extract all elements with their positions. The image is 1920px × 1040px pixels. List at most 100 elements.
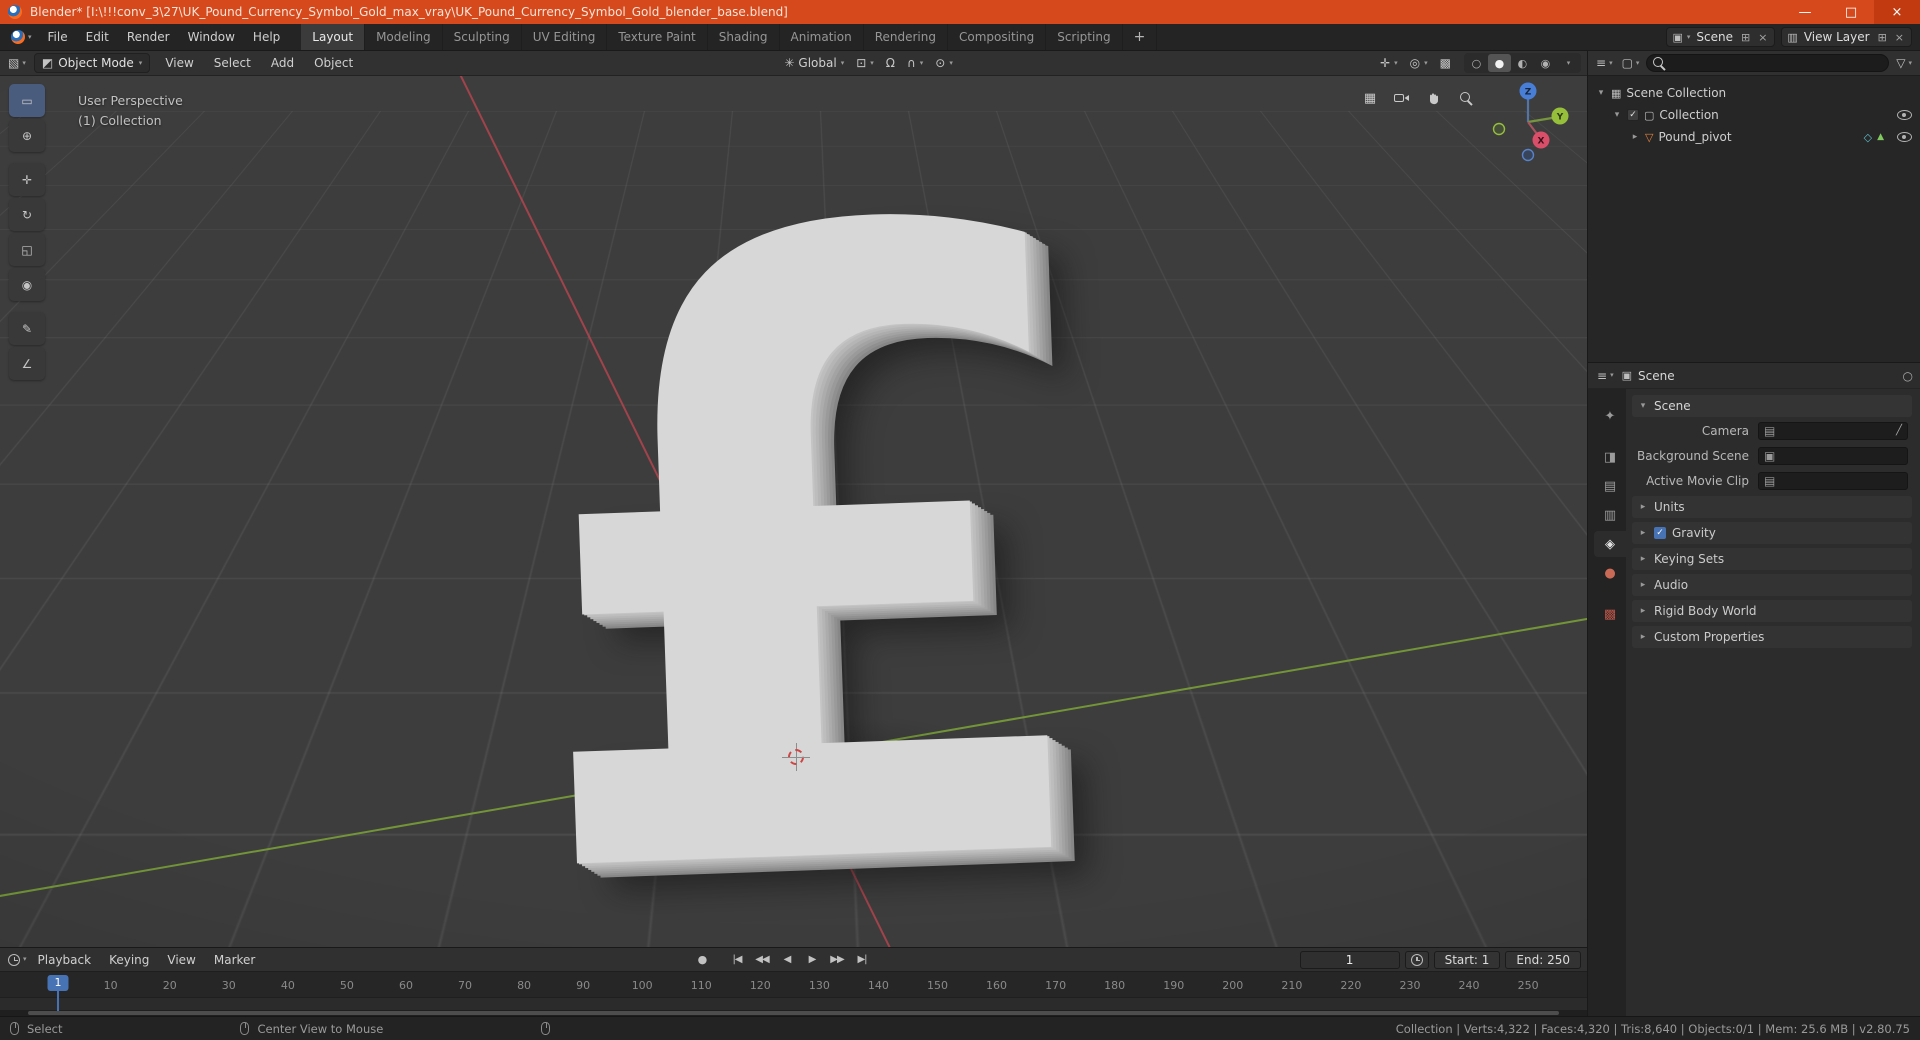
blender-app-menu-button[interactable]: ▾	[4, 24, 39, 50]
outliner-row-scene-collection[interactable]: ▾ ▦ Scene Collection	[1588, 82, 1920, 104]
shading-options-button[interactable]: ▾	[1557, 54, 1580, 72]
workspace-tab-shading[interactable]: Shading	[708, 24, 780, 50]
shading-rendered-button[interactable]: ◉	[1534, 54, 1557, 72]
workspace-tab-uv-editing[interactable]: UV Editing	[522, 24, 608, 50]
menu-object[interactable]: Object	[305, 56, 362, 70]
properties-editor-button[interactable]: ≡ ▾	[1595, 369, 1616, 383]
disclosure-icon[interactable]: ▾	[1596, 88, 1606, 98]
navigation-gizmo[interactable]: Z Y X	[1485, 79, 1571, 165]
scene-selector[interactable]: ▣ ▾ Scene ⊞ ×	[1666, 27, 1776, 47]
playhead-line[interactable]	[57, 991, 59, 1011]
menu-edit[interactable]: Edit	[77, 24, 118, 50]
minimize-button[interactable]: —	[1782, 0, 1828, 24]
outliner-search-input[interactable]	[1646, 54, 1890, 72]
collection-checkbox[interactable]: ✓	[1627, 109, 1639, 121]
select-box-tool[interactable]: ▭	[9, 84, 45, 117]
prev-keyframe-button[interactable]: ◀◀	[751, 951, 773, 969]
xray-toggle-button[interactable]: ▩	[1435, 53, 1456, 73]
menu-view[interactable]: View	[156, 56, 202, 70]
workspace-tab-compositing[interactable]: Compositing	[948, 24, 1047, 50]
display-mode-button[interactable]: ▢ ▾	[1620, 56, 1642, 70]
3d-viewport[interactable]: ▧ ▾ ◩ Object Mode ▾ View Select Add Obje…	[0, 51, 1587, 947]
tab-output-properties[interactable]: ▤	[1594, 473, 1626, 499]
hide-in-viewport-toggle[interactable]	[1897, 110, 1912, 120]
snap-settings-button[interactable]: ∩ ▾	[902, 53, 928, 73]
menu-file[interactable]: File	[39, 24, 77, 50]
mode-selector[interactable]: ◩ Object Mode ▾	[33, 53, 151, 73]
tab-view-layer-properties[interactable]: ▥	[1594, 502, 1626, 528]
grid-toggle-button[interactable]: ▦	[1359, 87, 1381, 109]
workspace-tab-texture-paint[interactable]: Texture Paint	[607, 24, 708, 50]
menu-select[interactable]: Select	[205, 56, 260, 70]
shading-material-button[interactable]: ◐	[1511, 54, 1534, 72]
jump-to-start-button[interactable]: |◀	[726, 951, 748, 969]
camera-field[interactable]: ▤ ╱	[1758, 421, 1908, 440]
timeline-editor-button[interactable]: ▾	[6, 953, 29, 966]
axis-neg-z-dot[interactable]	[1521, 148, 1535, 162]
menu-add[interactable]: Add	[262, 56, 303, 70]
new-scene-button[interactable]: ⊞	[1739, 31, 1752, 44]
show-gizmo-button[interactable]: ✛ ▾	[1375, 53, 1403, 73]
start-frame-field[interactable]: Start: 1	[1433, 950, 1501, 969]
workspace-tab-rendering[interactable]: Rendering	[864, 24, 948, 50]
cursor-tool[interactable]: ⊕	[9, 119, 45, 152]
workspace-tab-animation[interactable]: Animation	[780, 24, 864, 50]
filter-button[interactable]: ▽ ▾	[1894, 56, 1914, 70]
current-frame-field[interactable]: 1	[1299, 950, 1400, 969]
workspace-tab-modeling[interactable]: Modeling	[365, 24, 443, 50]
play-reverse-button[interactable]: ◀	[776, 951, 798, 969]
outliner-editor-button[interactable]: ≡ ▾	[1594, 56, 1615, 70]
auto-keyframe-button[interactable]	[1404, 950, 1429, 969]
section-keying-sets[interactable]: ▸ Keying Sets	[1632, 548, 1912, 570]
scale-tool[interactable]: ◱	[9, 233, 45, 266]
tab-active-tool[interactable]: ✦	[1594, 403, 1626, 429]
next-keyframe-button[interactable]: ▶▶	[826, 951, 848, 969]
tab-world-properties[interactable]: ●	[1594, 560, 1626, 586]
tab-scene-properties[interactable]: ◈	[1594, 531, 1626, 557]
snap-toggle-button[interactable]: Ω	[881, 53, 900, 73]
background-scene-field[interactable]: ▣	[1758, 446, 1908, 465]
maximize-button[interactable]: □	[1828, 0, 1874, 24]
menu-help[interactable]: Help	[244, 24, 289, 50]
transform-tool[interactable]: ◉	[9, 268, 45, 301]
shading-solid-button[interactable]: ●	[1487, 54, 1511, 72]
outliner-row-pound-pivot[interactable]: ▸ ▽ Pound_pivot ◇ ▲	[1588, 126, 1920, 148]
workspace-tab-scripting[interactable]: Scripting	[1046, 24, 1123, 50]
move-tool[interactable]: ✛	[9, 163, 45, 196]
show-overlays-button[interactable]: ◎ ▾	[1405, 53, 1433, 73]
pound-symbol-object[interactable]: £	[497, 51, 1130, 947]
measure-tool[interactable]: ∠	[9, 347, 45, 380]
auto-keying-record-button[interactable]: ●	[691, 951, 713, 969]
tab-render-properties[interactable]: ◨	[1594, 444, 1626, 470]
eyedropper-icon[interactable]: ╱	[1896, 425, 1902, 436]
transform-orientation-selector[interactable]: ✳ Global ▾	[779, 53, 849, 73]
pin-icon[interactable]: ○	[1903, 369, 1913, 383]
menu-playback[interactable]: Playback	[29, 953, 101, 967]
playhead-badge[interactable]: 1	[47, 975, 69, 991]
gravity-checkbox[interactable]: ✓	[1654, 527, 1666, 539]
shading-wireframe-button[interactable]: ○	[1465, 54, 1488, 72]
menu-keying[interactable]: Keying	[100, 953, 158, 967]
pan-view-button[interactable]	[1423, 87, 1445, 109]
pivot-point-button[interactable]: ⊡ ▾	[851, 53, 879, 73]
unlink-scene-button[interactable]: ×	[1756, 31, 1769, 44]
disclosure-icon[interactable]: ▾	[1612, 110, 1622, 120]
add-workspace-button[interactable]: +	[1123, 24, 1158, 50]
annotate-tool[interactable]: ✎	[9, 312, 45, 345]
close-button[interactable]: ×	[1874, 0, 1920, 24]
menu-view[interactable]: View	[158, 953, 204, 967]
zoom-view-button[interactable]	[1455, 87, 1477, 109]
menu-render[interactable]: Render	[118, 24, 179, 50]
axis-neg-y-dot[interactable]	[1492, 122, 1506, 136]
menu-window[interactable]: Window	[179, 24, 244, 50]
outliner-row-collection[interactable]: ▾ ✓ ▢ Collection	[1588, 104, 1920, 126]
hide-in-viewport-toggle[interactable]	[1897, 132, 1912, 142]
workspace-tab-layout[interactable]: Layout	[301, 24, 366, 50]
proportional-edit-button[interactable]: ⊙ ▾	[930, 53, 958, 73]
play-button[interactable]: ▶	[801, 951, 823, 969]
tab-texture-properties[interactable]: ▩	[1594, 601, 1626, 627]
editor-type-button[interactable]: ▧ ▾	[6, 57, 28, 69]
disclosure-icon[interactable]: ▸	[1630, 132, 1640, 142]
menu-marker[interactable]: Marker	[205, 953, 264, 967]
timeline-ruler[interactable]: 1102030405060708090100110120130140150160…	[0, 972, 1587, 998]
